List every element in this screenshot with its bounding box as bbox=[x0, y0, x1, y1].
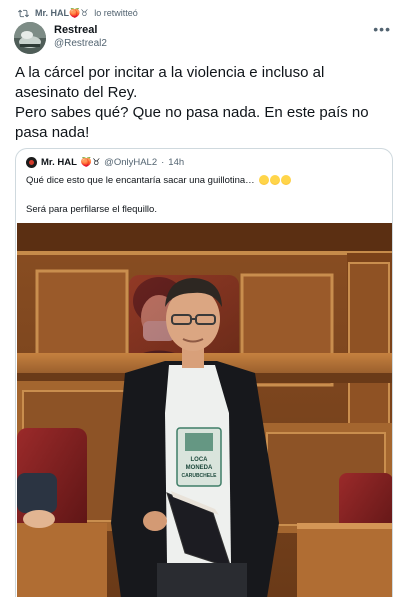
author-name[interactable]: Restreal bbox=[54, 23, 107, 37]
retweet-label: lo retwitteó bbox=[94, 8, 138, 18]
quoted-tweet[interactable]: Mr. HAL 🍑♉ @OnlyHAL2 · 14h Qué dice esto… bbox=[15, 148, 393, 597]
tweet-line: Pero sabes qué? Que no pasa nada. En est… bbox=[15, 104, 369, 121]
retweet-indicator: Mr. HAL🍑♉ lo retwitteó bbox=[18, 6, 138, 20]
author-handle[interactable]: @Restreal2 bbox=[54, 37, 107, 51]
shirt-text-3: CARUBCHELE bbox=[182, 473, 218, 479]
quoted-text: Qué dice esto que le encantaría sacar un… bbox=[26, 175, 255, 186]
tweet-line: asesinato del Rey. bbox=[15, 84, 138, 101]
retweet-icon bbox=[18, 9, 29, 17]
more-button[interactable]: ••• bbox=[369, 22, 395, 36]
quoted-photo[interactable]: LOCA MONEDA CARUBCHELE bbox=[17, 223, 392, 597]
separator-dot: · bbox=[161, 157, 165, 168]
quoted-author-handle[interactable]: @OnlyHAL2 bbox=[104, 157, 157, 168]
avatar[interactable] bbox=[14, 22, 46, 54]
parliament-photo: LOCA MONEDA CARUBCHELE bbox=[17, 223, 392, 597]
shirt-text-1: LOCA bbox=[191, 457, 209, 463]
quoted-timestamp[interactable]: 14h bbox=[168, 157, 184, 168]
more-icon: ••• bbox=[373, 21, 391, 37]
quoted-tweet-header: Mr. HAL 🍑♉ @OnlyHAL2 · 14h bbox=[26, 157, 184, 168]
shirt-text-2: MONEDA bbox=[186, 465, 213, 471]
quoted-name-emoji: 🍑♉ bbox=[80, 157, 101, 167]
quoted-text-line-2: Será para perfilarse el flequillo. bbox=[26, 204, 157, 215]
quoted-author-name[interactable]: Mr. HAL bbox=[41, 157, 77, 168]
tweet-line: A la cárcel por incitar a la violencia e… bbox=[15, 64, 325, 81]
retweeter-name[interactable]: Mr. HAL🍑♉ bbox=[35, 8, 88, 19]
tweet-line: pasa nada! bbox=[15, 124, 90, 141]
quoted-text-line: Qué dice esto que le encantaría sacar un… bbox=[26, 175, 292, 186]
quoted-avatar[interactable] bbox=[26, 157, 37, 168]
tweet-author-row: Restreal @Restreal2 ••• bbox=[14, 22, 395, 56]
tweet-text: A la cárcel por incitar a la violencia e… bbox=[15, 63, 395, 143]
laughing-emoji-icons bbox=[259, 175, 292, 185]
